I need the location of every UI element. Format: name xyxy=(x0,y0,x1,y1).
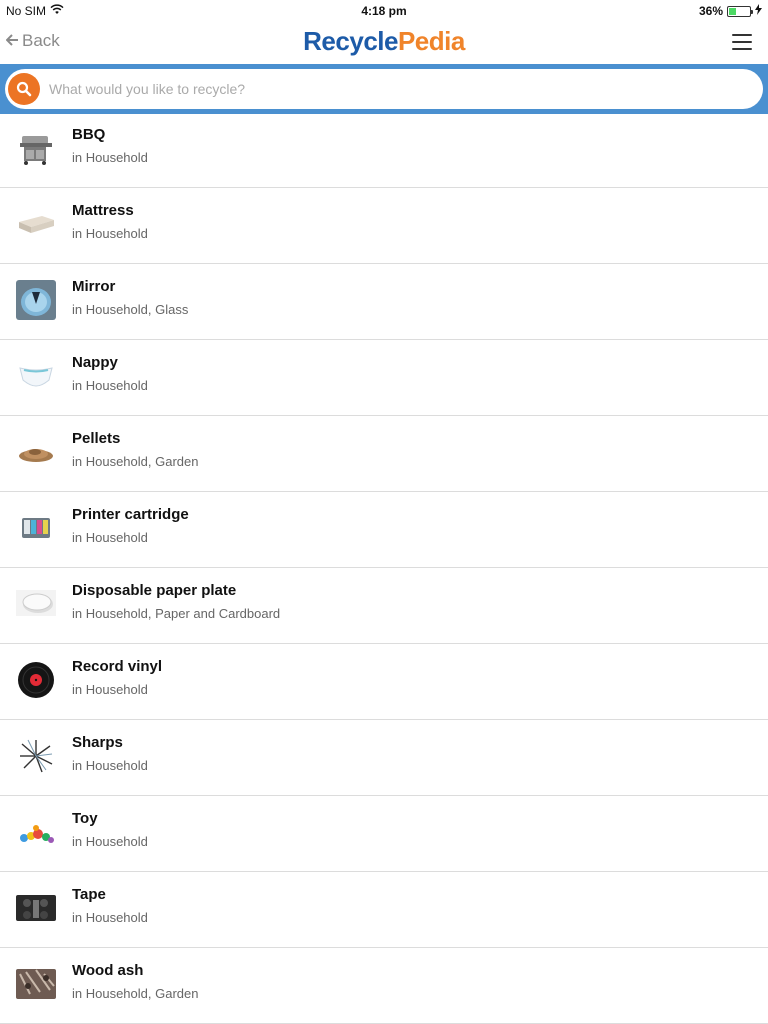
status-right: 36% xyxy=(699,4,762,18)
item-category: in Household xyxy=(72,378,148,393)
list-item[interactable]: Tape in Household xyxy=(0,872,768,948)
search-box xyxy=(5,69,763,109)
vinyl-record-icon xyxy=(16,660,56,700)
bbq-grill-icon xyxy=(16,128,56,168)
item-category: in Household xyxy=(72,682,148,697)
item-category: in Household, Garden xyxy=(72,454,199,469)
item-category: in Household xyxy=(72,530,148,545)
mirror-icon xyxy=(16,280,56,320)
logo-part-pedia: Pedia xyxy=(397,26,465,56)
list-item[interactable]: Pellets in Household, Garden xyxy=(0,416,768,492)
item-category: in Household xyxy=(72,150,148,165)
item-title: BBQ xyxy=(72,126,106,143)
search-icon[interactable] xyxy=(8,73,40,105)
battery-level xyxy=(729,7,737,15)
item-title: Mirror xyxy=(72,278,116,295)
paper-plate-icon xyxy=(16,584,56,624)
item-category: in Household xyxy=(72,910,148,925)
item-category: in Household xyxy=(72,834,148,849)
list-item[interactable]: Toy in Household xyxy=(0,796,768,872)
tape-icon xyxy=(16,888,56,928)
list-item[interactable]: Nappy in Household xyxy=(0,340,768,416)
list-item[interactable]: Printer cartridge in Household xyxy=(0,492,768,568)
item-title: Pellets xyxy=(72,430,121,447)
status-time: 4:18 pm xyxy=(361,4,407,18)
hamburger-menu-icon[interactable] xyxy=(732,34,752,50)
nav-bar: Back RecyclePedia xyxy=(0,22,768,64)
wood-ash-icon xyxy=(16,964,56,1004)
item-title: Mattress xyxy=(72,202,134,219)
app-logo: RecyclePedia xyxy=(0,26,768,57)
item-title: Tape xyxy=(72,886,106,903)
toy-icon xyxy=(16,812,56,852)
list-item[interactable]: Sharps in Household xyxy=(0,720,768,796)
list-item[interactable]: Wood ash in Household, Garden xyxy=(0,948,768,1024)
pellets-icon xyxy=(16,432,56,472)
item-category: in Household xyxy=(72,758,148,773)
mattress-icon xyxy=(16,204,56,244)
battery-percent: 36% xyxy=(698,4,723,18)
logo-part-recycle: Recycle xyxy=(303,26,398,56)
item-category: in Household xyxy=(72,226,148,241)
item-list: BBQ in Household Mattress in Household Mirro… xyxy=(0,112,768,1024)
list-item[interactable]: Mirror in Household, Glass xyxy=(0,264,768,340)
item-title: Disposable paper plate xyxy=(72,582,237,599)
item-category: in Household, Garden xyxy=(72,986,199,1001)
item-title: Record vinyl xyxy=(72,658,163,675)
sharps-icon xyxy=(16,736,56,776)
list-item[interactable]: Disposable paper plate in Household, Pape… xyxy=(0,568,768,644)
nappy-icon xyxy=(16,356,56,396)
list-item[interactable]: Record vinyl in Household xyxy=(0,644,768,720)
item-category: in Household, Glass xyxy=(72,302,189,317)
bolt-icon xyxy=(755,4,762,18)
printer-cartridge-icon xyxy=(16,508,56,548)
battery-icon xyxy=(727,5,753,17)
item-title: Toy xyxy=(72,810,98,827)
list-item[interactable]: Mattress in Household xyxy=(0,188,768,264)
list-item[interactable]: BBQ in Household xyxy=(0,112,768,188)
item-title: Printer cartridge xyxy=(72,506,189,523)
item-title: Sharps xyxy=(72,734,123,751)
item-title: Nappy xyxy=(72,354,118,371)
item-title: Wood ash xyxy=(72,962,144,979)
search-bar xyxy=(0,64,768,114)
status-bar: No SIM 4:18 pm 36% xyxy=(0,0,768,22)
item-category: in Household, Paper and Cardboard xyxy=(72,606,281,621)
search-input[interactable] xyxy=(49,69,749,109)
